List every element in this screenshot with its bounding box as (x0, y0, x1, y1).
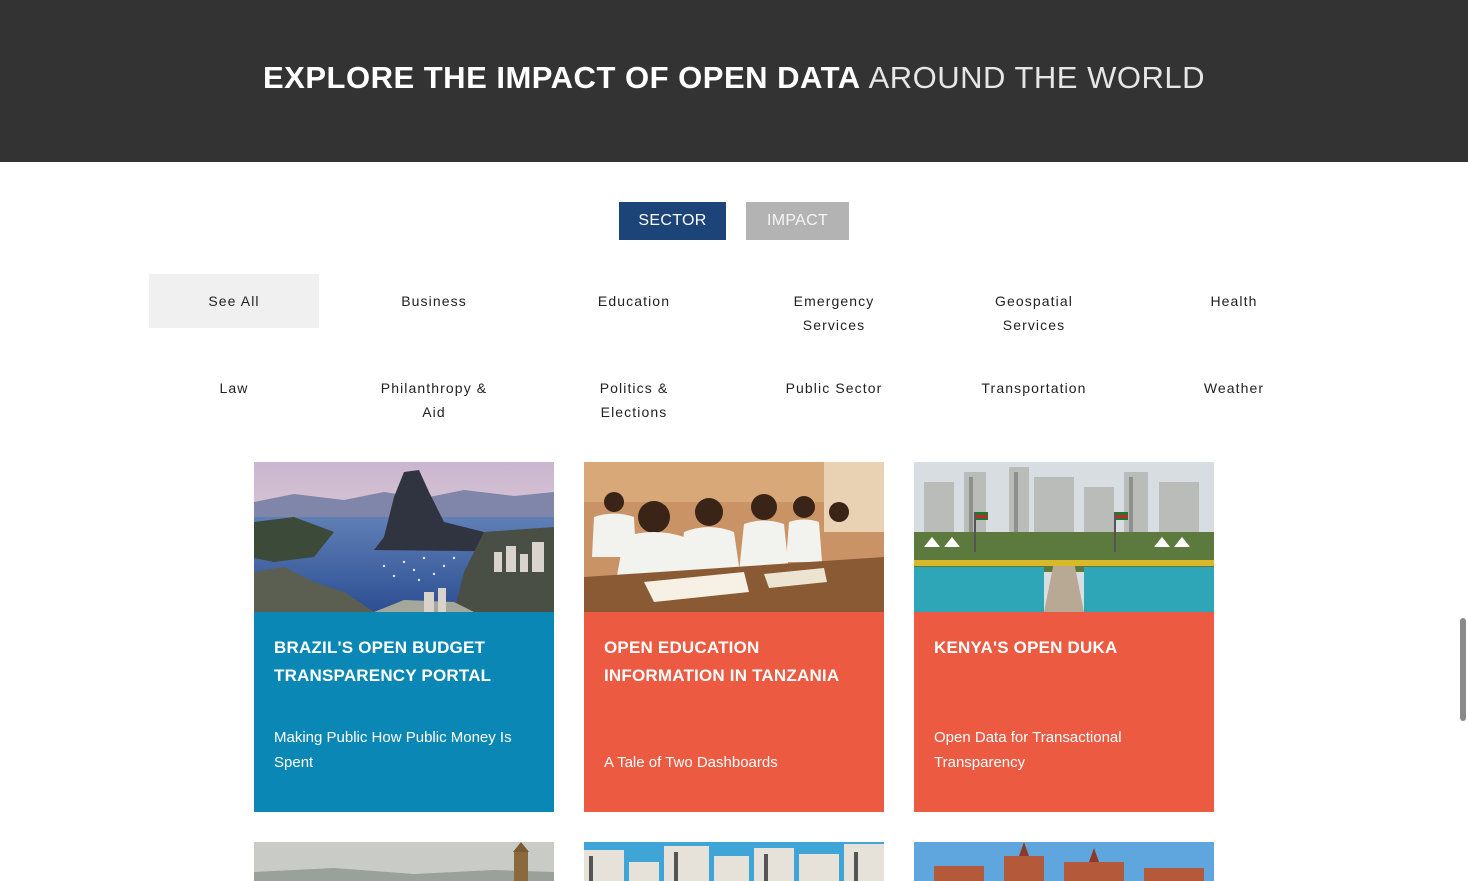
filter-business[interactable]: Business (349, 274, 519, 337)
sector-toggle-button[interactable]: SECTOR (619, 202, 726, 240)
case-study-body: KENYA'S OPEN DUKA Open Data for Transact… (914, 612, 1214, 812)
filter-label: Geospatial Services (995, 293, 1073, 333)
nairobi-city-square-photo (914, 462, 1214, 612)
case-study-card[interactable]: OPEN EDUCATION INFORMATION IN TANZANIA A… (584, 462, 884, 812)
filter-mode-toggle: SECTOR IMPACT (0, 202, 1468, 240)
filter-label: Health (1210, 293, 1258, 309)
filter-geospatial-services[interactable]: Geospatial Services (949, 274, 1119, 337)
case-study-title: OPEN EDUCATION INFORMATION IN TANZANIA (604, 638, 840, 685)
case-study-body: BRAZIL'S OPEN BUDGET TRANSPARENCY PORTAL… (254, 612, 554, 812)
filter-label: Philanthropy & Aid (380, 380, 488, 420)
filter-education[interactable]: Education (549, 274, 719, 337)
impact-toggle-button[interactable]: IMPACT (746, 202, 849, 240)
filter-politics-elections[interactable]: Politics & Elections (549, 361, 719, 424)
cathedral-skyline-photo (254, 842, 554, 881)
page-scrollbar[interactable] (1460, 618, 1466, 721)
filter-emergency-services[interactable]: Emergency Services (749, 274, 919, 337)
hero-title: EXPLORE THE IMPACT OF OPEN DATA AROUND T… (263, 60, 1205, 96)
case-study-card-partial[interactable] (254, 842, 554, 881)
case-study-body: OPEN EDUCATION INFORMATION IN TANZANIA A… (584, 612, 884, 812)
filter-weather[interactable]: Weather (1149, 361, 1319, 424)
case-study-subtitle: Making Public How Public Money Is Spent (274, 729, 512, 771)
filter-label: Emergency Services (793, 293, 875, 333)
case-study-grid: BRAZIL'S OPEN BUDGET TRANSPARENCY PORTAL… (254, 462, 1214, 881)
sector-filter-list: See All Business Education Emergency Ser… (149, 274, 1319, 424)
case-study-title: KENYA'S OPEN DUKA (934, 638, 1118, 657)
rio-de-janeiro-bay-photo (254, 462, 554, 612)
castle-buildings-photo (914, 842, 1214, 881)
case-study-card[interactable]: BRAZIL'S OPEN BUDGET TRANSPARENCY PORTAL… (254, 462, 554, 812)
hero-title-light: AROUND THE WORLD (868, 60, 1205, 95)
filter-label: Law (219, 380, 249, 396)
filter-law[interactable]: Law (149, 361, 319, 424)
filter-label: Business (401, 293, 467, 309)
filter-label: Transportation (981, 380, 1087, 396)
filter-label: Politics & Elections (599, 380, 669, 420)
filter-transportation[interactable]: Transportation (949, 361, 1119, 424)
case-study-card-partial[interactable] (914, 842, 1214, 881)
case-study-card[interactable]: KENYA'S OPEN DUKA Open Data for Transact… (914, 462, 1214, 812)
filter-philanthropy-aid[interactable]: Philanthropy & Aid (349, 361, 519, 424)
filter-label: Weather (1203, 380, 1265, 396)
city-buildings-photo (584, 842, 884, 881)
filter-label: See All (208, 293, 260, 309)
filter-public-sector[interactable]: Public Sector (749, 361, 919, 424)
hero-title-bold: EXPLORE THE IMPACT OF OPEN DATA (262, 60, 860, 95)
case-study-card-partial[interactable] (584, 842, 884, 881)
filter-label: Public Sector (785, 380, 883, 396)
hero-banner: EXPLORE THE IMPACT OF OPEN DATA AROUND T… (0, 0, 1468, 162)
filter-label: Education (597, 293, 671, 309)
filter-health[interactable]: Health (1149, 274, 1319, 337)
case-study-subtitle: A Tale of Two Dashboards (604, 754, 778, 771)
case-study-subtitle: Open Data for Transactional Transparency (934, 729, 1122, 771)
classroom-students-photo (584, 462, 884, 612)
filter-see-all[interactable]: See All (149, 274, 319, 328)
case-study-title: BRAZIL'S OPEN BUDGET TRANSPARENCY PORTAL (274, 638, 492, 685)
